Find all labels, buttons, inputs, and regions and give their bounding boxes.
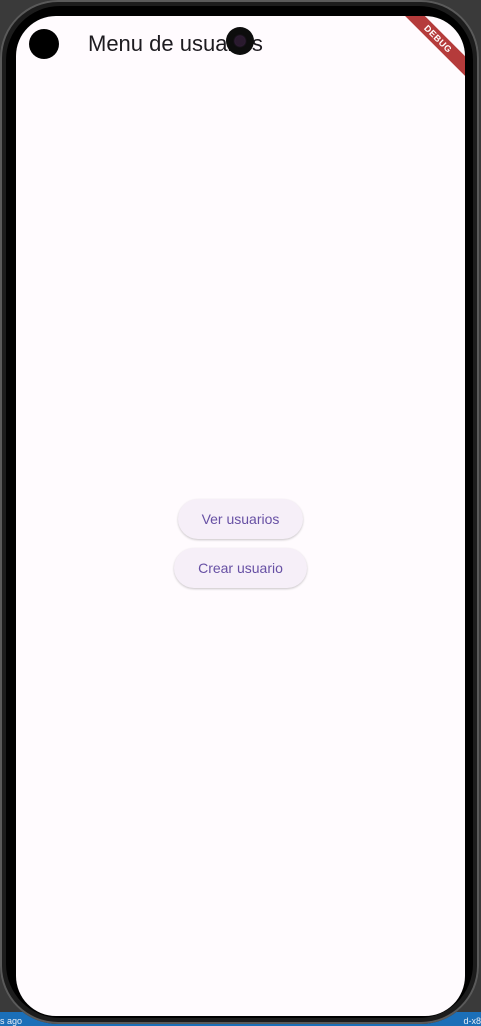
front-camera-icon bbox=[226, 27, 254, 55]
status-bar-dot-icon bbox=[29, 29, 59, 59]
app-screen: Menu de usuarios DEBUG Ver usuarios Crea… bbox=[16, 16, 465, 1016]
host-status-right-text: d-x8 bbox=[463, 1016, 481, 1026]
view-users-button[interactable]: Ver usuarios bbox=[177, 499, 304, 539]
menu-button-stack: Ver usuarios Crear usuario bbox=[16, 499, 465, 588]
host-status-left-text: s ago bbox=[0, 1016, 23, 1026]
create-user-button[interactable]: Crear usuario bbox=[174, 548, 307, 588]
